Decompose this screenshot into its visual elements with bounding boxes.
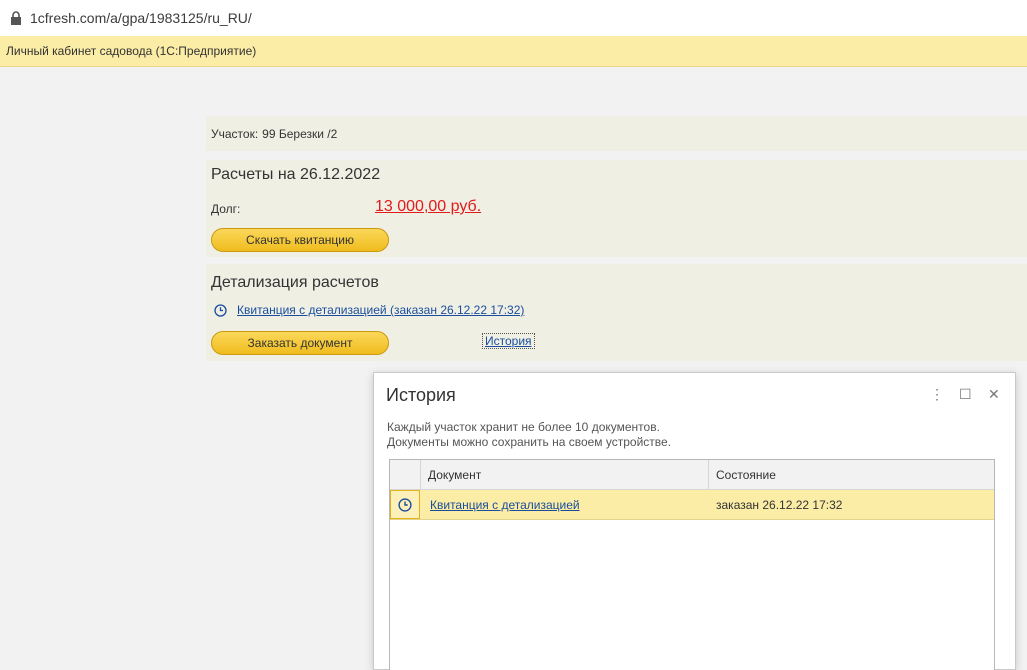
- note-line-2: Документы можно сохранить на своем устро…: [387, 435, 672, 449]
- dialog-note: Каждый участок хранит не более 10 докуме…: [387, 420, 671, 450]
- table-row[interactable]: Квитанция с детализацией заказан 26.12.2…: [390, 490, 994, 520]
- details-panel: Детализация расчетов Квитанция с детализ…: [206, 264, 1027, 361]
- doc-link[interactable]: Квитанция с детализацией (заказан 26.12.…: [237, 303, 524, 317]
- maximize-icon[interactable]: ☐: [959, 386, 972, 403]
- history-dialog: История ⋮ ☐ ✕ Каждый участок хранит не б…: [373, 372, 1016, 670]
- column-header-document[interactable]: Документ: [428, 468, 481, 482]
- column-header-status[interactable]: Состояние: [716, 468, 776, 482]
- debt-amount-link[interactable]: 13 000,00 руб.: [375, 198, 481, 216]
- history-link[interactable]: История: [482, 333, 535, 349]
- dialog-title: История: [386, 385, 456, 405]
- note-line-1: Каждый участок хранит не более 10 докуме…: [387, 420, 660, 434]
- order-document-button[interactable]: Заказать документ: [211, 331, 389, 355]
- address-bar[interactable]: 1cfresh.com/a/gpa/1983125/ru_RU/: [0, 0, 1027, 36]
- close-icon[interactable]: ✕: [988, 386, 1000, 403]
- clock-icon: [390, 490, 420, 519]
- download-receipt-button[interactable]: Скачать квитанцию: [211, 228, 389, 252]
- app-title-bar: Личный кабинет садовода (1С:Предприятие): [0, 36, 1027, 67]
- details-title: Детализация расчетов: [211, 274, 379, 291]
- history-table: Документ Состояние Квитанция с детализац…: [389, 459, 995, 670]
- plot-label: Участок:: [211, 126, 259, 141]
- column-divider: [420, 460, 421, 489]
- doc-link-row: Квитанция с детализацией (заказан 26.12.…: [214, 303, 524, 317]
- plot-value: 99 Березки /2: [262, 126, 338, 141]
- more-menu-icon[interactable]: ⋮: [930, 386, 944, 403]
- plot-panel: Участок: 99 Березки /2: [206, 116, 1027, 151]
- lock-icon: [10, 11, 22, 25]
- table-header: Документ Состояние: [390, 460, 994, 490]
- clock-icon: [214, 303, 227, 317]
- row-document-link[interactable]: Квитанция с детализацией: [430, 498, 580, 512]
- debt-label: Долг:: [211, 202, 241, 216]
- calculations-panel: Расчеты на 26.12.2022 Долг: 13 000,00 ру…: [206, 160, 1027, 257]
- url-text[interactable]: 1cfresh.com/a/gpa/1983125/ru_RU/: [30, 10, 252, 26]
- calculations-title: Расчеты на 26.12.2022: [211, 166, 381, 183]
- app-title: Личный кабинет садовода (1С:Предприятие): [6, 44, 257, 58]
- row-status: заказан 26.12.22 17:32: [716, 498, 843, 512]
- column-divider: [708, 460, 709, 489]
